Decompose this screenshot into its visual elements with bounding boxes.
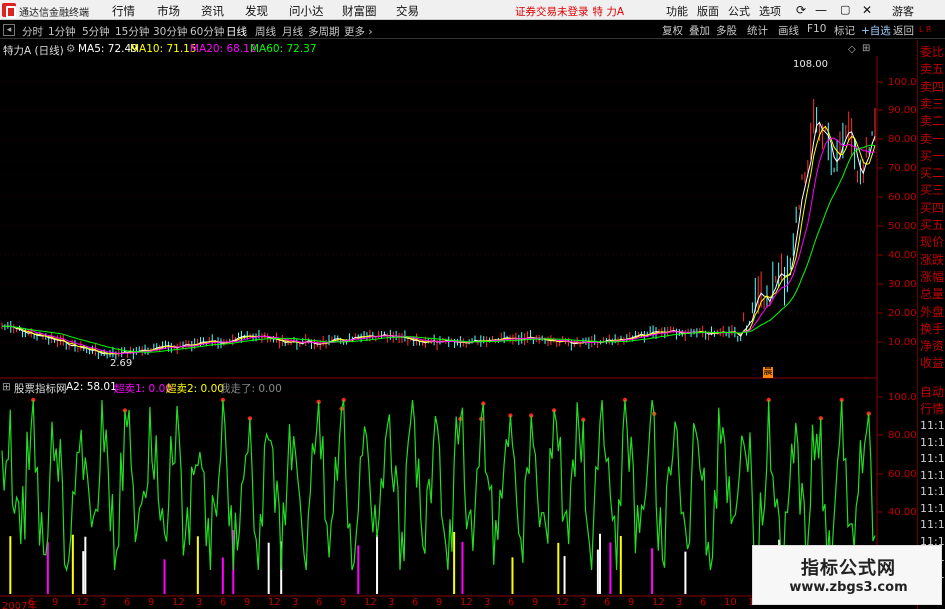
tick-time: 11:1 [920, 485, 945, 498]
date-tick: 6 [28, 597, 35, 608]
main-chart-header: 特力A (日线) ⚙ MA5: 72.49 MA10: 71.15 MA20: … [0, 40, 875, 57]
quote-label: 外盘 [920, 304, 945, 319]
quote-label: 买一 [920, 148, 945, 163]
quote-label: 买二 [920, 166, 945, 181]
indicator-settings-icon[interactable]: ⊞ [2, 381, 11, 393]
quote-label: 委比 [920, 45, 945, 59]
price-tick: 60.00 [888, 192, 917, 203]
date-tick: 12 [460, 597, 473, 608]
indicator-a2: A2: 58.01 [66, 381, 117, 393]
panel-tab[interactable]: 行情 [920, 402, 944, 416]
quote-label: 卖五 [920, 62, 945, 77]
quote-label: 卖一 [920, 131, 945, 146]
diamond-icon[interactable]: ◇ [848, 44, 856, 55]
date-tick: 6 [412, 597, 419, 608]
quote-label: 收益 [920, 356, 945, 371]
indicator-header: ⊞ 股票指标网 A2: 58.01 超卖1: 0.00 超卖2: 0.00 我走… [0, 380, 875, 395]
stock-name-period: 特力A (日线) [3, 45, 64, 57]
tick-time: 11:1 [920, 452, 945, 465]
tick-time: 11:1 [920, 419, 945, 432]
indicator-oversold1: 超卖1: 0.00 [114, 383, 172, 395]
indicator-tick: 40.00 [888, 507, 917, 518]
quote-label: 买五 [920, 218, 945, 232]
quote-label: 买三 [920, 183, 945, 198]
date-tick: 3 [580, 597, 587, 608]
date-tick: 9 [244, 597, 251, 608]
date-tick: 3 [292, 597, 299, 608]
price-tick: 30.00 [888, 279, 917, 290]
indicator-tick: 80.00 [888, 430, 917, 441]
indicator-oversold2: 超卖2: 0.00 [166, 383, 224, 395]
date-tick: 10 [724, 597, 737, 608]
low-price-label: 2.69 [110, 358, 133, 369]
price-tick: 20.00 [888, 308, 917, 319]
chart-canvas[interactable] [0, 0, 945, 609]
tick-time: 11:1 [920, 501, 945, 515]
ma10-value: MA10: 71.15 [130, 43, 197, 55]
date-tick: 6 [604, 597, 611, 608]
date-tick: 6 [124, 597, 131, 608]
date-tick: 6 [508, 597, 515, 608]
tick-time: 11:1 [920, 435, 945, 449]
price-tick: 70.00 [888, 163, 917, 174]
price-tick: 90.00 [888, 105, 917, 116]
price-tick: 50.00 [888, 221, 917, 232]
chart-toggle-icon[interactable]: ⊞ [862, 43, 870, 54]
tick-time: 11:1 [920, 518, 945, 531]
date-tick: 3 [196, 597, 203, 608]
date-tick: 3 [100, 597, 107, 608]
date-marker[interactable]: 晨 [763, 367, 773, 378]
quote-label: 卖三 [920, 96, 945, 111]
watermark-box: 指标公式网 www.zbgs3.com [752, 545, 942, 605]
quote-label: 涨幅 [920, 269, 945, 284]
date-tick: 9 [52, 597, 59, 608]
ma5-value: MA5: 72.49 [78, 43, 138, 55]
quote-label: 换手 [920, 321, 945, 336]
date-tick: 12 [76, 597, 89, 608]
panel-tab[interactable]: 自动 [920, 385, 944, 399]
quote-label: 卖二 [920, 114, 945, 129]
date-tick: 9 [148, 597, 155, 608]
date-tick: 9 [628, 597, 635, 608]
date-tick: 3 [388, 597, 395, 608]
date-tick: 3 [676, 597, 683, 608]
indicator-exit: 我走了: 0.00 [220, 383, 282, 395]
date-tick: 9 [340, 597, 347, 608]
price-tick: 10.00 [888, 337, 917, 348]
price-tick: 80.00 [888, 134, 917, 145]
date-tick: 12 [364, 597, 377, 608]
trading-terminal: 通达信金融终端 行情 市场 资讯 发现 问小达 财富圈 交易 证券交易未登录特 … [0, 0, 945, 609]
date-tick: 6 [316, 597, 323, 608]
tick-time: 11:1 [920, 468, 945, 482]
indicator-tick: 60.00 [888, 469, 917, 480]
watermark-url: www.zbgs3.com [789, 580, 908, 595]
quote-label: 现价 [920, 235, 945, 250]
date-tick: 6 [220, 597, 227, 608]
indicator-a2-line [1, 399, 876, 573]
date-tick: 6 [700, 597, 707, 608]
date-tick: 12 [172, 597, 185, 608]
quote-label: 净资 [920, 339, 945, 354]
date-tick: 9 [532, 597, 539, 608]
price-tick: 40.00 [888, 250, 917, 261]
indicator-name: 股票指标网 [14, 383, 67, 395]
date-tick: 12 [556, 597, 569, 608]
date-tick: 12 [268, 597, 281, 608]
high-price-label: 108.00 [793, 59, 828, 70]
settings-gear-icon[interactable]: ⚙ [66, 43, 75, 55]
quote-label: 卖四 [920, 79, 945, 94]
ma60-value: MA60: 72.37 [250, 43, 317, 55]
ma20-value: MA20: 68.12 [190, 43, 257, 55]
date-tick: 12 [652, 597, 665, 608]
date-tick: 9 [436, 597, 443, 608]
quote-label: 涨跌 [920, 252, 945, 267]
quote-label: 买四 [920, 200, 945, 215]
watermark-title: 指标公式网 [801, 558, 896, 579]
date-tick: 3 [484, 597, 491, 608]
quote-label: 总量 [920, 287, 945, 302]
